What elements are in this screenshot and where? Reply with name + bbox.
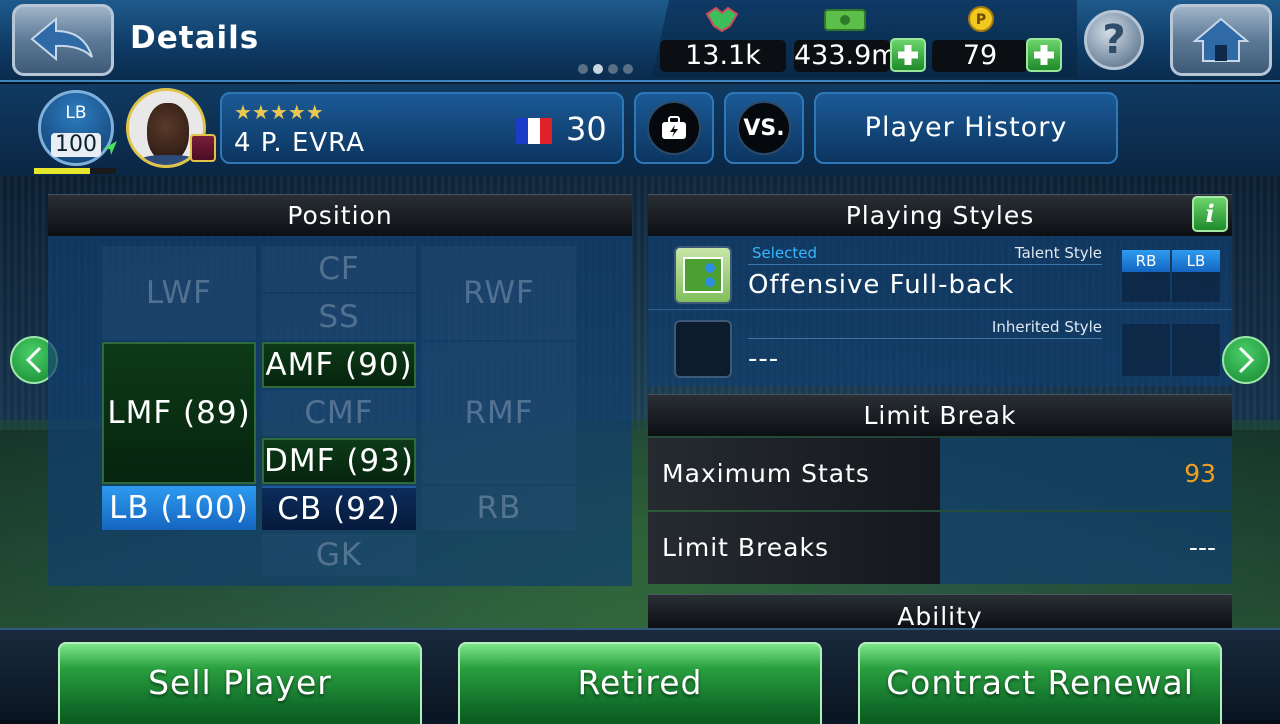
vs-icon: VS.	[737, 101, 791, 155]
position-header: Position	[48, 194, 632, 236]
position-rwf: RWF	[422, 246, 576, 340]
condition-bar	[34, 168, 116, 174]
inherited-style-icon	[674, 320, 732, 378]
inherited-style-label: Inherited Style	[991, 318, 1102, 336]
player-name: 4 P. EVRA	[234, 128, 365, 158]
player-rating: 100	[51, 133, 101, 157]
limit-break-header: Limit Break	[648, 394, 1232, 436]
coin-value: 79	[932, 40, 1028, 72]
money-value: 433.9m	[794, 40, 898, 72]
inherited-position-tags	[1122, 324, 1220, 376]
position-grid: LWF CF SS RWF LMF (89) AMF (90) CMF DMF …	[48, 236, 632, 586]
ability-header: Ability	[648, 594, 1232, 628]
max-stats-row: Maximum Stats Value 93	[648, 438, 1232, 560]
position-cf: CF	[262, 246, 416, 292]
position-lb: LB (100)	[102, 486, 256, 530]
next-player-button[interactable]	[1222, 336, 1270, 384]
page-dot-active	[593, 64, 603, 74]
limit-breaks-row: Limit Breaks ---	[648, 512, 1232, 584]
sell-player-button[interactable]: Sell Player	[58, 642, 422, 724]
player-history-button[interactable]: Player History	[814, 92, 1118, 164]
home-icon	[1192, 17, 1250, 62]
inherited-style-name: ---	[748, 344, 780, 374]
position-dmf: DMF (93)	[262, 438, 416, 484]
back-button[interactable]	[12, 4, 114, 76]
page-dot	[608, 64, 618, 74]
player-age: 30	[566, 110, 607, 148]
position-rb: RB	[422, 486, 576, 530]
page-indicator	[578, 64, 633, 74]
cash-icon	[824, 9, 866, 31]
max-stats-value: 93	[940, 438, 1232, 510]
playing-styles-header: Playing Styles	[648, 194, 1232, 236]
talent-style-name: Offensive Full-back	[748, 270, 1015, 300]
position-lmf: LMF (89)	[102, 342, 256, 484]
player-bar: LB 100 ★★★★★ 4 P. EVRA 30 VS. Player His…	[0, 84, 1280, 176]
training-button[interactable]	[634, 92, 714, 164]
limit-breaks-value: ---	[940, 512, 1232, 584]
position-rating-badge: LB 100	[38, 90, 117, 166]
position-amf: AMF (90)	[262, 342, 416, 388]
gp-value: 13.1k	[660, 40, 786, 72]
position-gk: GK	[262, 534, 416, 576]
talent-position-tags: RB LB	[1122, 250, 1220, 302]
position-cmf: CMF	[262, 390, 416, 436]
position-tag: RB	[1122, 250, 1170, 272]
training-bag-icon	[647, 101, 701, 155]
page-dot	[578, 64, 588, 74]
talent-style-icon	[674, 246, 732, 304]
back-arrow-icon	[30, 16, 93, 62]
top-bar: Details 13.1k 433.9m P 79 ?	[0, 0, 1280, 82]
coin-icon: P	[968, 6, 994, 32]
limit-breaks-label: Limit Breaks	[648, 512, 940, 584]
player-position: LB	[65, 103, 87, 123]
add-coins-button[interactable]	[1026, 38, 1062, 72]
compare-button[interactable]: VS.	[724, 92, 804, 164]
handshake-icon	[705, 6, 739, 33]
position-ss: SS	[262, 294, 416, 340]
talent-style-label: Talent Style	[1014, 244, 1102, 262]
contract-renewal-button[interactable]: Contract Renewal	[858, 642, 1222, 724]
club-badge-icon	[190, 134, 216, 162]
chevron-right-icon	[1238, 346, 1255, 374]
selected-label: Selected	[752, 244, 818, 262]
svg-text:P: P	[976, 12, 986, 28]
page-dot	[623, 64, 633, 74]
help-button[interactable]: ?	[1084, 10, 1144, 70]
position-lwf: LWF	[102, 246, 256, 340]
max-stats-label: Maximum Stats Value	[648, 438, 940, 560]
talent-style-row[interactable]: Selected Talent Style Offensive Full-bac…	[648, 238, 1232, 310]
home-button[interactable]	[1170, 4, 1272, 76]
playing-styles-panel: Selected Talent Style Offensive Full-bac…	[648, 236, 1232, 386]
bottom-action-bar: Sell Player Retired Contract Renewal	[0, 628, 1280, 724]
info-button[interactable]: i	[1192, 196, 1228, 232]
retired-button[interactable]: Retired	[458, 642, 822, 724]
form-arrow-icon	[103, 141, 117, 155]
position-tag: LB	[1172, 250, 1220, 272]
chevron-left-icon	[25, 346, 42, 374]
france-flag-icon	[516, 118, 552, 144]
page-title: Details	[130, 20, 260, 56]
position-rmf: RMF	[422, 342, 576, 484]
position-cb: CB (92)	[262, 486, 416, 530]
inherited-style-row[interactable]: Inherited Style ---	[648, 312, 1232, 384]
add-money-button[interactable]	[890, 38, 926, 72]
player-stars: ★★★★★	[234, 100, 324, 124]
player-name-panel: ★★★★★ 4 P. EVRA 30	[220, 92, 624, 164]
